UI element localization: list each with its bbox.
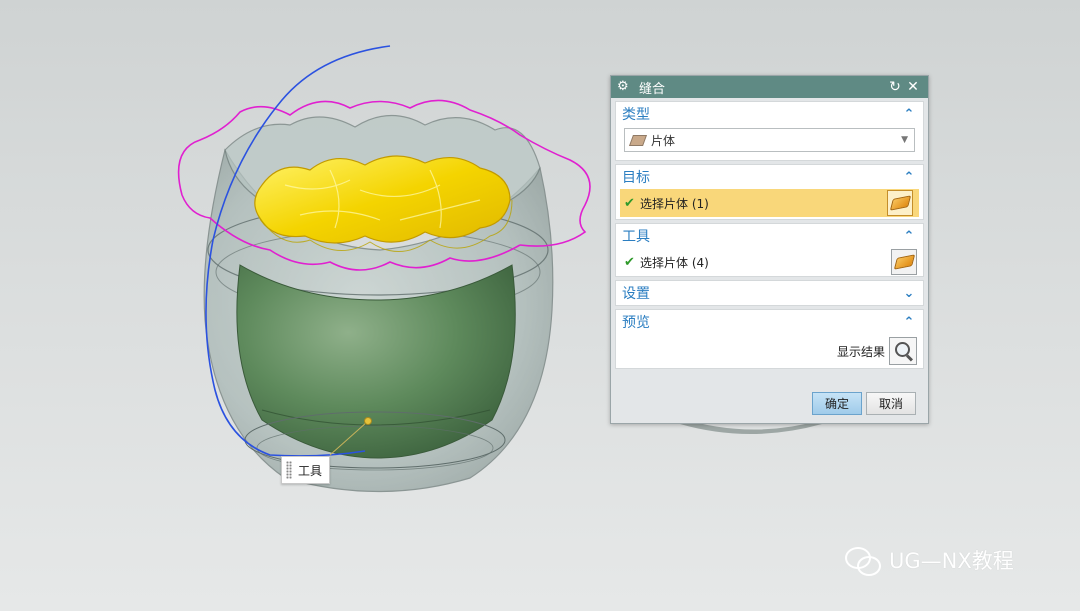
ok-button[interactable]: 确定: [812, 391, 862, 415]
chevron-up-icon[interactable]: ⌃: [901, 107, 917, 122]
checkmark-icon: ✔: [624, 254, 635, 270]
chevron-up-icon[interactable]: ⌃: [901, 229, 917, 244]
close-icon[interactable]: ✕: [904, 79, 922, 95]
sheet-body-icon: [628, 134, 648, 146]
magnifier-handle: [905, 354, 914, 362]
target-selection-text: 选择片体 (1): [640, 196, 709, 211]
section-preview-label: 预览: [622, 315, 650, 331]
show-result-label: 显示结果: [836, 344, 885, 359]
tool-callout-text: 工具: [298, 463, 323, 478]
type-select[interactable]: 片体 ▼: [624, 128, 915, 152]
select-sheet-button[interactable]: [887, 190, 913, 216]
drag-grip-icon[interactable]: [286, 461, 292, 479]
dialog-footer: 确定 取消: [611, 383, 928, 423]
section-preview: 预览 ⌃ 显示结果: [615, 309, 924, 369]
section-type: 类型 ⌃ 片体 ▼: [615, 101, 924, 161]
preview-row: 显示结果: [616, 334, 923, 368]
tool-selection-row[interactable]: ✔ 选择片体 (4): [616, 248, 923, 276]
watermark-text: UG—NX教程: [889, 549, 1014, 573]
target-sheet: [254, 155, 511, 244]
section-settings-label: 设置: [622, 286, 650, 302]
section-tool: 工具 ⌃ ✔ 选择片体 (4): [615, 223, 924, 277]
section-tool-header[interactable]: 工具 ⌃: [616, 224, 923, 248]
sheet-face-icon: [893, 254, 915, 270]
section-target-header[interactable]: 目标 ⌃: [616, 165, 923, 189]
dropdown-caret-icon: ▼: [901, 135, 908, 145]
sheet-face-icon: [889, 195, 911, 211]
chevron-up-icon[interactable]: ⌃: [901, 170, 917, 185]
section-preview-header[interactable]: 预览 ⌃: [616, 310, 923, 334]
reset-icon[interactable]: ↻: [886, 79, 904, 95]
section-type-header[interactable]: 类型 ⌃: [616, 102, 923, 126]
cancel-button[interactable]: 取消: [866, 391, 916, 415]
watermark: UG—NX教程: [845, 545, 1014, 576]
tool-selection-text: 选择片体 (4): [640, 255, 709, 270]
section-type-label: 类型: [622, 107, 650, 123]
section-target-label: 目标: [622, 170, 650, 186]
gear-icon: ⚙: [617, 79, 629, 94]
section-settings: 设置 ⌄: [615, 280, 924, 306]
select-sheet-button[interactable]: [891, 249, 917, 275]
type-select-value: 片体: [651, 133, 676, 148]
wechat-icon: [845, 545, 881, 576]
checkmark-icon: ✔: [624, 195, 635, 211]
dialog-titlebar[interactable]: ⚙ 缝合 ↻ ✕: [611, 76, 928, 98]
tool-point-marker: [364, 417, 372, 425]
section-tool-label: 工具: [622, 229, 650, 245]
chevron-up-icon[interactable]: ⌃: [901, 315, 917, 330]
tool-callout-label: 工具: [281, 456, 331, 484]
section-target: 目标 ⌃ ✔ 选择片体 (1): [615, 164, 924, 220]
sew-dialog: ⚙ 缝合 ↻ ✕ 类型 ⌃ 片体 ▼ 目标 ⌃ ✔ 选择片体 (1) 工具 ⌃ …: [610, 75, 929, 424]
target-selection-row[interactable]: ✔ 选择片体 (1): [620, 189, 919, 217]
chevron-down-icon[interactable]: ⌄: [901, 286, 917, 301]
show-result-button[interactable]: [889, 337, 917, 365]
dialog-title: 缝合: [639, 81, 666, 97]
section-settings-header[interactable]: 设置 ⌄: [616, 281, 923, 305]
